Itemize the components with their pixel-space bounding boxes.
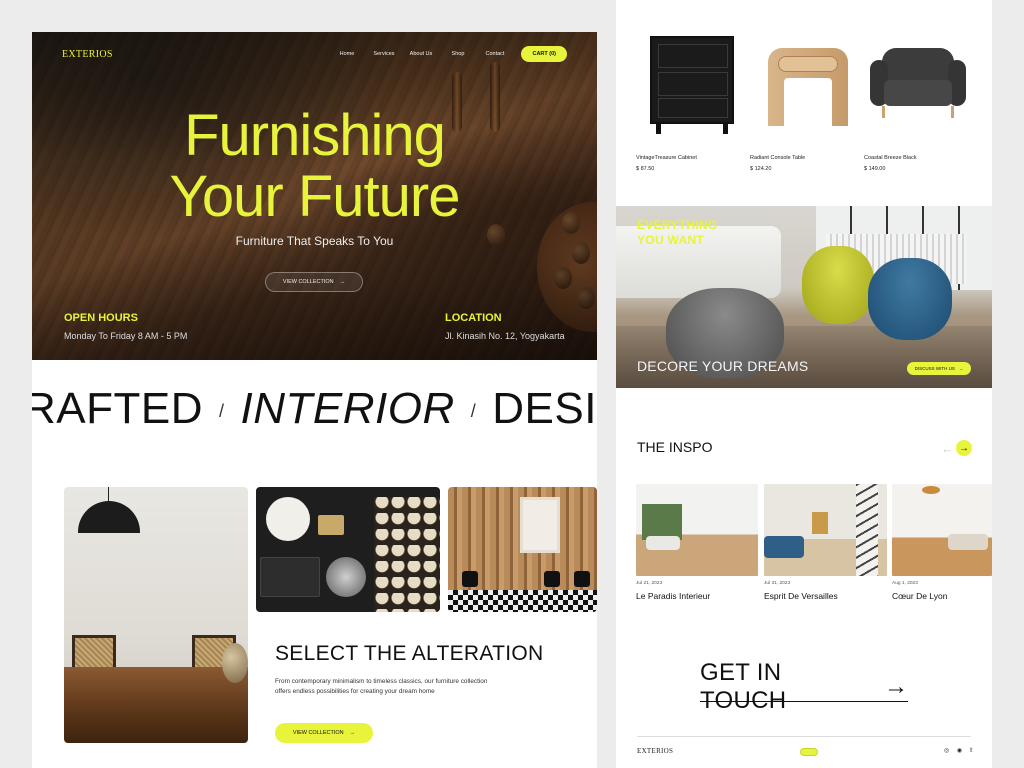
landing-page-panel: EXTERIOS Home Services About Us Shop Con… (32, 32, 597, 768)
get-in-touch-label: GET IN TOUCH (700, 658, 787, 714)
marquee-word: RAFTED (32, 384, 203, 433)
view-collection-button[interactable]: VIEW COLLECTION → (265, 272, 363, 292)
arrow-right-icon: → (349, 730, 356, 736)
promo-banner: EVERYTHING YOU WANT DECORE YOUR DREAMS DI… (616, 206, 992, 388)
alteration-title: SELECT THE ALTERATION (275, 642, 544, 665)
vase (222, 643, 248, 683)
wall-frame (520, 497, 560, 553)
product-price: $ 87.50 (636, 166, 655, 172)
nav-shop[interactable]: Shop (439, 51, 476, 57)
nav-about-us[interactable]: About Us (402, 51, 439, 57)
window-view (642, 504, 682, 540)
hero-section: EXTERIOS Home Services About Us Shop Con… (32, 32, 597, 360)
product-name[interactable]: VintageTreasure Cabinet (636, 155, 697, 161)
product-price: $ 124.20 (750, 166, 772, 172)
banner-heading: EVERYTHING YOU WANT (637, 218, 718, 248)
clock (266, 497, 310, 541)
armchair-image (870, 48, 966, 118)
lounge-chair (544, 571, 560, 587)
location-label: LOCATION (445, 312, 502, 324)
checkered-floor (448, 590, 597, 612)
marquee-separator: / (470, 401, 477, 422)
open-hours-label: OPEN HOURS (64, 312, 138, 324)
marquee-banner: RAFTED / INTERIOR / DESIG (32, 384, 597, 434)
footer-divider (637, 736, 971, 737)
open-hours-value: Monday To Friday 8 AM - 5 PM (64, 331, 188, 341)
swatch (318, 515, 344, 535)
nav-links: Home Services About Us Shop Contact (328, 51, 513, 57)
inspo-card-date: Aug 1, 2023 (892, 581, 918, 586)
marquee-separator: / (219, 401, 225, 422)
inspo-card-image[interactable] (636, 484, 758, 576)
discuss-label: DISCUSS WITH US (914, 366, 955, 371)
view-collection-label: VIEW COLLECTION (282, 279, 334, 285)
console-table-image (768, 48, 848, 126)
top-nav: EXTERIOS Home Services About Us Shop Con… (62, 45, 567, 63)
arrow-right-icon[interactable]: → (956, 440, 972, 456)
hero-title-line1: Furnishing (184, 103, 446, 168)
inspo-card-title[interactable]: Cœur De Lyon (892, 591, 947, 601)
arrow-right-icon: → (884, 672, 908, 700)
nav-services[interactable]: Services (365, 51, 402, 57)
banner-heading-line2: YOU WANT (637, 233, 705, 247)
lounge-chair (574, 571, 590, 587)
inspo-card-image[interactable] (892, 484, 992, 576)
blue-sofa (764, 536, 804, 558)
nav-home[interactable]: Home (328, 51, 365, 57)
product-name[interactable]: Radiant Console Table (750, 155, 805, 161)
banner-heading-line1: EVERYTHING (637, 218, 718, 232)
inspo-title: THE INSPO (637, 439, 713, 455)
location-value: Jl. Kinasih No. 12, Yogyakarta (445, 331, 565, 341)
wood-table (64, 667, 248, 743)
nav-contact[interactable]: Contact (476, 51, 513, 57)
product-card-cabinet[interactable] (636, 26, 740, 146)
inspo-card-date: Jul 31, 2023 (764, 581, 791, 586)
pendant-lamp (78, 487, 140, 547)
dining-room-image (64, 487, 248, 743)
hero-subtitle: Furniture That Speaks To You (235, 234, 394, 248)
get-in-touch-link[interactable]: GET IN TOUCH → (700, 659, 908, 714)
yellow-pouf (802, 246, 874, 324)
discuss-button[interactable]: DISCUSS WITH US → (907, 362, 971, 375)
arrow-right-icon: → (958, 366, 964, 371)
product-card-console[interactable] (750, 26, 854, 146)
blue-pouf (868, 258, 952, 340)
staircase (856, 484, 878, 576)
alteration-view-collection-button[interactable]: VIEW COLLECTION → (275, 723, 373, 743)
marquee-word: DESIG (492, 384, 597, 433)
product-name[interactable]: Coastal Breeze Black (864, 155, 917, 161)
product-price: $ 149.00 (864, 166, 886, 172)
inspo-card-title[interactable]: Le Paradis Interieur (636, 591, 710, 601)
pattern-fabric (374, 497, 440, 612)
marquee-word: INTERIOR (240, 384, 455, 433)
brand-logo[interactable]: EXTERIOS (62, 49, 113, 60)
wall-art (812, 512, 828, 534)
inspo-card-date: Jul 21, 2023 (636, 581, 663, 586)
sofa (948, 534, 988, 550)
inspo-card-title[interactable]: Esprit De Versailles (764, 591, 838, 601)
marquee-track: RAFTED / INTERIOR / DESIG (32, 384, 597, 434)
alteration-description: From contemporary minimalism to timeless… (275, 678, 488, 695)
moodboard-image (256, 487, 440, 612)
product-card-armchair[interactable] (864, 26, 968, 146)
arrow-right-icon: → (339, 279, 346, 285)
social-icons[interactable]: ◎ ◉ 𝕥 (944, 747, 976, 754)
inspo-card-image[interactable] (764, 484, 887, 576)
shop-panel: VintageTreasure Cabinet $ 87.50 Radiant … (616, 0, 992, 768)
alteration-cta-label: VIEW COLLECTION (292, 730, 344, 736)
scroll-top-pill[interactable] (800, 748, 818, 756)
cabinet-image (650, 36, 734, 134)
lounge-image (448, 487, 597, 612)
sofa (646, 536, 680, 550)
hero-title-line2: Your Future (169, 164, 461, 229)
pendant-lamp (922, 486, 940, 494)
banner-tagline: DECORE YOUR DREAMS (637, 358, 809, 374)
glass (326, 557, 366, 597)
arrow-left-icon[interactable]: ← (941, 441, 954, 456)
footer-brand[interactable]: EXTERIOS (637, 747, 673, 755)
cart-button[interactable]: CART (0) (521, 46, 567, 62)
lounge-chair (462, 571, 478, 587)
swatch (260, 557, 320, 597)
